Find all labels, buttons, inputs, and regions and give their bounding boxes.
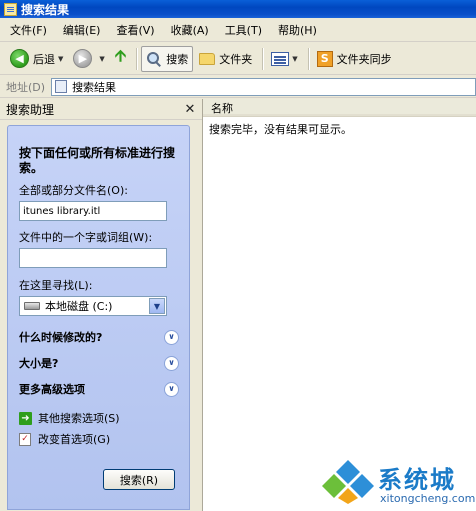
change-preferences-label: 改变首选项(G) (38, 433, 111, 446)
forward-button[interactable]: ▶ ▼ (69, 47, 108, 71)
address-label: 地址(D) (6, 80, 46, 94)
views-icon (271, 51, 290, 66)
expand-chevron-icon[interactable]: ∨ (164, 329, 179, 345)
menu-bar: 文件(F) 编辑(E) 查看(V) 收藏(A) 工具(T) 帮助(H) (0, 18, 476, 42)
up-folder-button[interactable]: 🡩 (111, 46, 131, 71)
toolbar-separator (262, 47, 264, 70)
menu-help[interactable]: 帮助(H) (272, 22, 323, 38)
hard-drive-icon (24, 302, 40, 310)
search-instructions-heading: 按下面任何或所有标准进行搜索。 (19, 146, 176, 175)
search-criteria-panel: 按下面任何或所有标准进行搜索。 全部或部分文件名(O): 文件中的一个字或词组(… (7, 125, 190, 510)
up-arrow-icon: 🡩 (114, 46, 127, 65)
advanced-options-label: 更多高级选项 (19, 383, 85, 396)
change-preferences-link[interactable]: ✓ 改变首选项(G) (19, 430, 179, 448)
no-results-message: 搜索完毕，没有结果可显示。 (209, 123, 352, 136)
toolbar: ◀ 后退 ▼ ▶ ▼ 🡩 搜索 文件夹 ▼ S 文件夹同步 (0, 43, 476, 75)
watermark-logo-icon (322, 460, 374, 504)
views-button[interactable]: ▼ (267, 47, 301, 71)
folder-sync-button[interactable]: S 文件夹同步 (313, 47, 396, 71)
filename-input[interactable] (19, 201, 167, 221)
address-input[interactable]: 搜索结果 (51, 77, 476, 96)
other-search-options-label: 其他搜索选项(S) (38, 412, 120, 425)
expand-chevron-icon[interactable]: ∨ (164, 355, 179, 371)
window-title: 搜索结果 (21, 2, 70, 17)
search-assistant-pane: 搜索助理 ✕ 按下面任何或所有标准进行搜索。 全部或部分文件名(O): 文件中的… (0, 99, 203, 511)
search-results-icon (55, 80, 68, 93)
green-arrow-icon: ➜ (19, 411, 32, 425)
search-toolbar-label: 搜索 (166, 52, 189, 66)
menu-view[interactable]: 查看(V) (110, 22, 160, 38)
filename-label: 全部或部分文件名(O): (19, 184, 128, 197)
chevron-down-icon[interactable]: ▼ (149, 298, 165, 314)
when-modified-expander[interactable]: 什么时候修改的? ∨ (19, 328, 179, 346)
back-label: 后退 (33, 52, 55, 66)
results-pane: 名称 搜索完毕，没有结果可显示。 (203, 99, 476, 511)
advanced-options-expander[interactable]: 更多高级选项 ∨ (19, 380, 179, 398)
address-bar: 地址(D) 搜索结果 (0, 76, 476, 98)
when-modified-label: 什么时候修改的? (19, 331, 103, 344)
menu-tools[interactable]: 工具(T) (219, 22, 268, 38)
expand-chevron-icon[interactable]: ∨ (164, 381, 179, 397)
column-header-name[interactable]: 名称 (203, 99, 476, 117)
back-button[interactable]: ◀ 后退 ▼ (6, 47, 67, 71)
forward-dropdown-icon[interactable]: ▼ (99, 55, 104, 63)
forward-arrow-icon: ▶ (73, 49, 93, 68)
menu-favorites[interactable]: 收藏(A) (165, 22, 215, 38)
phrase-label: 文件中的一个字或词组(W): (19, 231, 153, 244)
menu-edit[interactable]: 编辑(E) (57, 22, 107, 38)
close-icon[interactable]: ✕ (184, 102, 196, 117)
search-assistant-header: 搜索助理 ✕ (0, 99, 202, 120)
views-dropdown-icon: ▼ (292, 54, 298, 63)
magnifier-icon (146, 51, 162, 67)
search-toolbar-button[interactable]: 搜索 (141, 45, 194, 72)
look-in-value: 本地磁盘 (C:) (45, 300, 113, 313)
title-bar: 搜索结果 (0, 0, 476, 18)
watermark-text: 系统城 (378, 466, 456, 494)
back-arrow-icon: ◀ (10, 49, 29, 68)
toolbar-separator (136, 47, 138, 70)
look-in-select[interactable]: 本地磁盘 (C:) ▼ (19, 296, 167, 316)
folder-sync-label: 文件夹同步 (336, 52, 392, 66)
toolbar-separator (307, 47, 309, 70)
address-value: 搜索结果 (72, 80, 117, 94)
size-expander[interactable]: 大小是? ∨ (19, 354, 179, 372)
folders-button[interactable]: 文件夹 (195, 47, 256, 71)
sync-icon: S (316, 50, 333, 67)
search-assistant-title: 搜索助理 (6, 102, 55, 117)
watermark-url: xitongcheng.com (380, 492, 476, 505)
search-button[interactable]: 搜索(R) (103, 469, 175, 490)
search-results-window-icon (4, 2, 17, 16)
look-in-label: 在这里寻找(L): (19, 279, 93, 292)
phrase-input[interactable] (19, 248, 167, 268)
back-dropdown-icon[interactable]: ▼ (58, 55, 63, 63)
site-watermark: 系统城 xitongcheng.com (322, 456, 476, 511)
folder-icon (199, 52, 216, 65)
other-search-options-link[interactable]: ➜ 其他搜索选项(S) (19, 409, 179, 427)
menu-file[interactable]: 文件(F) (4, 22, 53, 38)
size-label: 大小是? (19, 357, 59, 370)
folders-label: 文件夹 (219, 52, 253, 66)
column-name-label: 名称 (211, 101, 233, 115)
checklist-icon: ✓ (19, 432, 31, 446)
